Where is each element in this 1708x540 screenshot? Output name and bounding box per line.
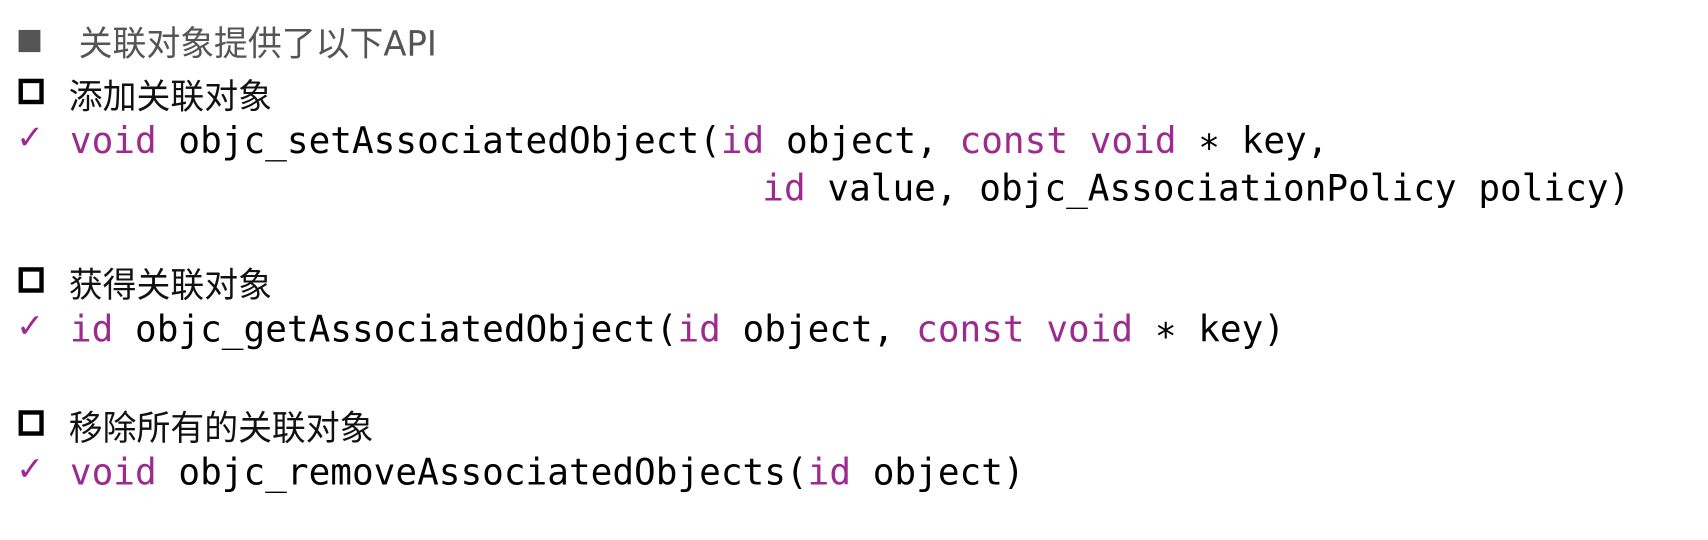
- code-keyword: void: [69, 118, 157, 162]
- open-square-icon: [18, 410, 44, 436]
- code-line: id objc_getAssociatedObject(id object, c…: [70, 310, 1285, 347]
- code-text: object,: [764, 118, 960, 162]
- checkmark-icon: ✓: [16, 118, 44, 158]
- code-text: ∗ key,: [1176, 118, 1329, 162]
- code-keyword: id: [807, 450, 852, 494]
- section-title-remove: 移除所有的关联对象: [68, 409, 374, 450]
- code-line: void objc_removeAssociatedObjects(id obj…: [70, 453, 1025, 490]
- code-text: object,: [720, 307, 917, 351]
- code-text: object): [851, 450, 1025, 494]
- code-keyword: id: [762, 166, 806, 210]
- open-square-icon: [18, 78, 44, 105]
- code-text: objc_removeAssociatedObjects(: [156, 450, 808, 494]
- code-keyword: void: [69, 450, 157, 494]
- section-title-add: 添加关联对象: [68, 77, 272, 118]
- code-text: objc_getAssociatedObject(: [113, 307, 678, 351]
- page-title: 关联对象提供了以下API: [78, 24, 437, 65]
- slide: 关联对象提供了以下API 添加关联对象 ✓ void objc_setAssoc…: [0, 0, 1708, 540]
- open-square-icon: [18, 267, 44, 293]
- code-keyword: id: [720, 118, 765, 162]
- section-title-get: 获得关联对象: [68, 266, 272, 307]
- code-keyword: void: [1046, 307, 1134, 351]
- code-text: ∗ key): [1133, 307, 1286, 351]
- checkmark-icon: ✓: [16, 307, 44, 346]
- code-line: void objc_setAssociatedObject(id object,…: [70, 122, 1329, 159]
- code-keyword: void: [1089, 118, 1177, 162]
- code-keyword: const: [916, 307, 1025, 351]
- code-keyword: id: [69, 307, 114, 351]
- code-text: objc_setAssociatedObject(: [156, 118, 721, 162]
- checkmark-icon: ✓: [16, 450, 44, 489]
- code-keyword: const: [959, 118, 1069, 162]
- code-keyword: id: [677, 307, 721, 351]
- code-text: value, objc_AssociationPolicy policy): [805, 166, 1631, 210]
- filled-square-icon: [18, 29, 41, 53]
- code-line: id value, objc_AssociationPolicy policy): [762, 170, 1630, 207]
